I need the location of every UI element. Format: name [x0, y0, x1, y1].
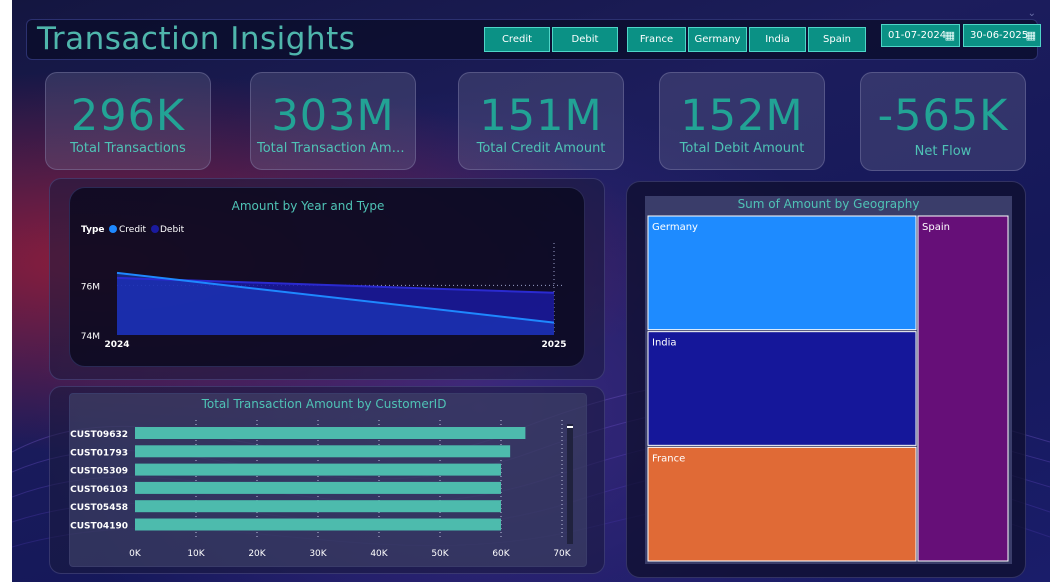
y-category-label: CUST06103 — [70, 485, 128, 495]
kpi-label: Total Transaction Amount — [257, 141, 415, 156]
kpi-card-total-transactions: 296K Total Transactions — [45, 72, 211, 170]
chevron-down-icon[interactable]: ⌄ — [1028, 8, 1036, 19]
bar[interactable] — [135, 518, 501, 531]
slicer-chip-credit[interactable]: Credit — [484, 27, 550, 52]
x-tick-label: 60K — [492, 549, 510, 559]
y-category-label: CUST05309 — [70, 467, 128, 477]
y-category-label: CUST01793 — [70, 448, 128, 458]
date-start-field[interactable]: 01-07-2024 ▦ — [881, 24, 960, 47]
kpi-value: 296K — [70, 91, 186, 141]
bar[interactable] — [135, 463, 501, 476]
kpi-label: Total Credit Amount — [476, 141, 606, 156]
kpi-value: 152M — [680, 91, 804, 141]
y-category-label: CUST09632 — [70, 430, 128, 440]
x-tick-label: 2024 — [104, 340, 129, 350]
kpi-label: Total Debit Amount — [679, 141, 805, 156]
x-tick-label: 10K — [187, 549, 205, 559]
slicer-chip-spain[interactable]: Spain — [808, 27, 866, 52]
area-chart-card: Amount by Year and Type Type Credit Debi… — [69, 187, 585, 367]
legend-title: Type — [81, 225, 104, 235]
x-tick-label: 30K — [309, 549, 327, 559]
treemap-chart: Germany India France Spain — [647, 215, 1009, 562]
type-slicer: Credit Debit — [484, 27, 618, 52]
slicer-chip-india[interactable]: India — [749, 27, 806, 52]
legend-marker-debit — [151, 225, 159, 233]
x-tick-label: 40K — [370, 549, 388, 559]
treemap-tile-germany[interactable] — [647, 215, 917, 331]
chart-title: Total Transaction Amount by CustomerID — [201, 397, 447, 411]
y-tick-label: 76M — [81, 282, 100, 292]
scrollbar-track[interactable] — [567, 424, 573, 544]
kpi-card-total-credit-amount: 151M Total Credit Amount — [458, 72, 624, 170]
y-category-label: CUST04190 — [70, 522, 128, 532]
kpi-value: 303M — [271, 91, 395, 141]
date-end-value: 30-06-2025 — [970, 30, 1029, 41]
calendar-icon[interactable]: ▦ — [1026, 25, 1036, 46]
date-end-field[interactable]: 30-06-2025 ▦ — [963, 24, 1041, 47]
kpi-card-total-transaction-amount: 303M Total Transaction Amount — [250, 72, 416, 170]
area-chart: Amount by Year and Type Type Credit Debi… — [81, 199, 567, 350]
bar[interactable] — [135, 427, 526, 439]
treemap-label: France — [652, 453, 685, 464]
header-bar: Transaction Insights Credit Debit France… — [26, 19, 1041, 60]
x-tick-label: 70K — [553, 549, 571, 559]
treemap-label: Germany — [652, 222, 698, 233]
slicer-chip-germany[interactable]: Germany — [688, 27, 747, 52]
slicer-chip-debit[interactable]: Debit — [552, 27, 618, 52]
bar[interactable] — [135, 445, 511, 458]
slicer-chip-france[interactable]: France — [627, 27, 686, 52]
kpi-value: -565K — [877, 91, 1009, 141]
legend-label-debit[interactable]: Debit — [160, 225, 185, 235]
kpi-label: Net Flow — [914, 144, 972, 159]
dashboard-canvas: Transaction Insights Credit Debit France… — [12, 0, 1050, 582]
x-tick-label: 20K — [248, 549, 266, 559]
treemap-tile-france[interactable] — [647, 446, 917, 562]
legend-label-credit[interactable]: Credit — [119, 225, 147, 235]
bar-chart-card: Total Transaction Amount by CustomerID 0… — [69, 393, 587, 567]
legend-marker-credit — [109, 225, 117, 233]
date-start-value: 01-07-2024 — [888, 30, 947, 41]
x-tick-label: 2025 — [541, 340, 566, 350]
treemap-tile-spain[interactable] — [917, 215, 1009, 562]
bar-chart: Total Transaction Amount by CustomerID 0… — [70, 397, 573, 559]
scrollbar-thumb[interactable] — [567, 426, 573, 428]
treemap-label: Spain — [922, 222, 950, 233]
x-tick-label: 50K — [431, 549, 449, 559]
bar[interactable] — [135, 481, 501, 494]
area-chart-panel: Amount by Year and Type Type Credit Debi… — [49, 178, 605, 380]
x-tick-label: 0K — [129, 549, 142, 559]
calendar-icon[interactable]: ▦ — [945, 25, 955, 46]
y-tick-label: 74M — [81, 332, 100, 342]
chart-title: Amount by Year and Type — [232, 199, 385, 213]
treemap-panel: Sum of Amount by Geography Germany India F… — [626, 181, 1026, 578]
bar[interactable] — [135, 500, 501, 513]
geography-slicer: France Germany India Spain — [627, 27, 866, 52]
bar-chart-panel: Total Transaction Amount by CustomerID 0… — [49, 386, 605, 574]
treemap-label: India — [652, 338, 677, 349]
page-title: Transaction Insights — [37, 21, 356, 57]
kpi-label: Total Transactions — [70, 141, 186, 156]
kpi-card-total-debit-amount: 152M Total Debit Amount — [659, 72, 825, 170]
treemap-card: Sum of Amount by Geography Germany India F… — [645, 196, 1012, 564]
y-category-label: CUST05458 — [70, 503, 128, 513]
treemap-tile-india[interactable] — [647, 331, 917, 446]
kpi-value: 151M — [479, 91, 603, 141]
kpi-card-net-flow: -565K Net Flow — [860, 72, 1026, 171]
